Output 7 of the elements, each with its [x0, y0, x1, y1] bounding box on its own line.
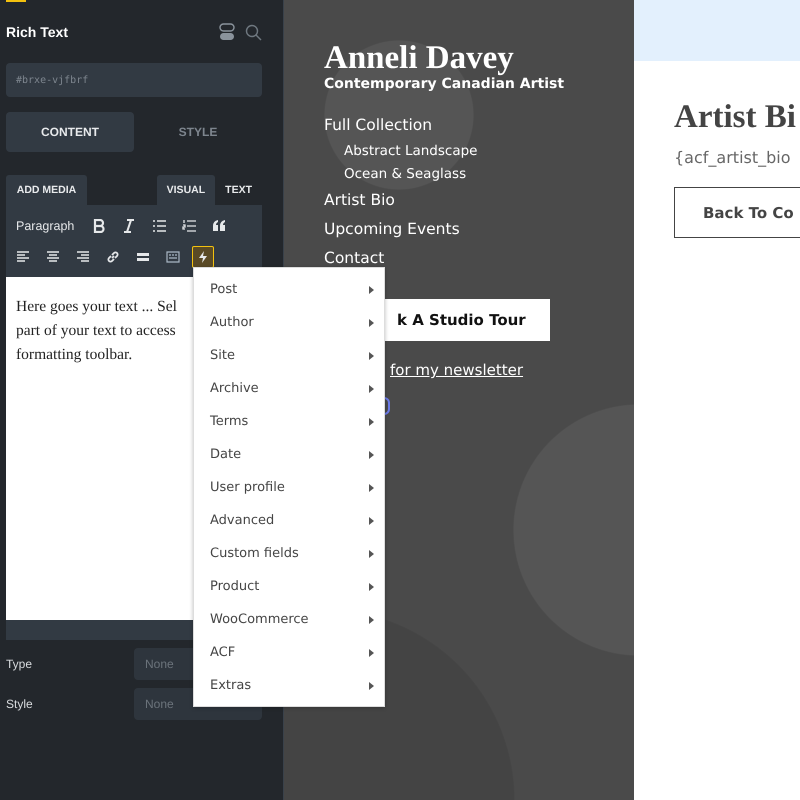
panel-title: Rich Text — [6, 24, 68, 40]
bio-placeholder-text: {acf_artist_bio — [674, 148, 792, 167]
field-label: Type — [6, 657, 32, 671]
artist-name: Anneli Davey — [324, 40, 514, 76]
page-heading: Artist Bi — [674, 99, 797, 136]
field-label: Style — [6, 697, 33, 711]
tagline: Contemporary Canadian Artist — [324, 76, 564, 92]
